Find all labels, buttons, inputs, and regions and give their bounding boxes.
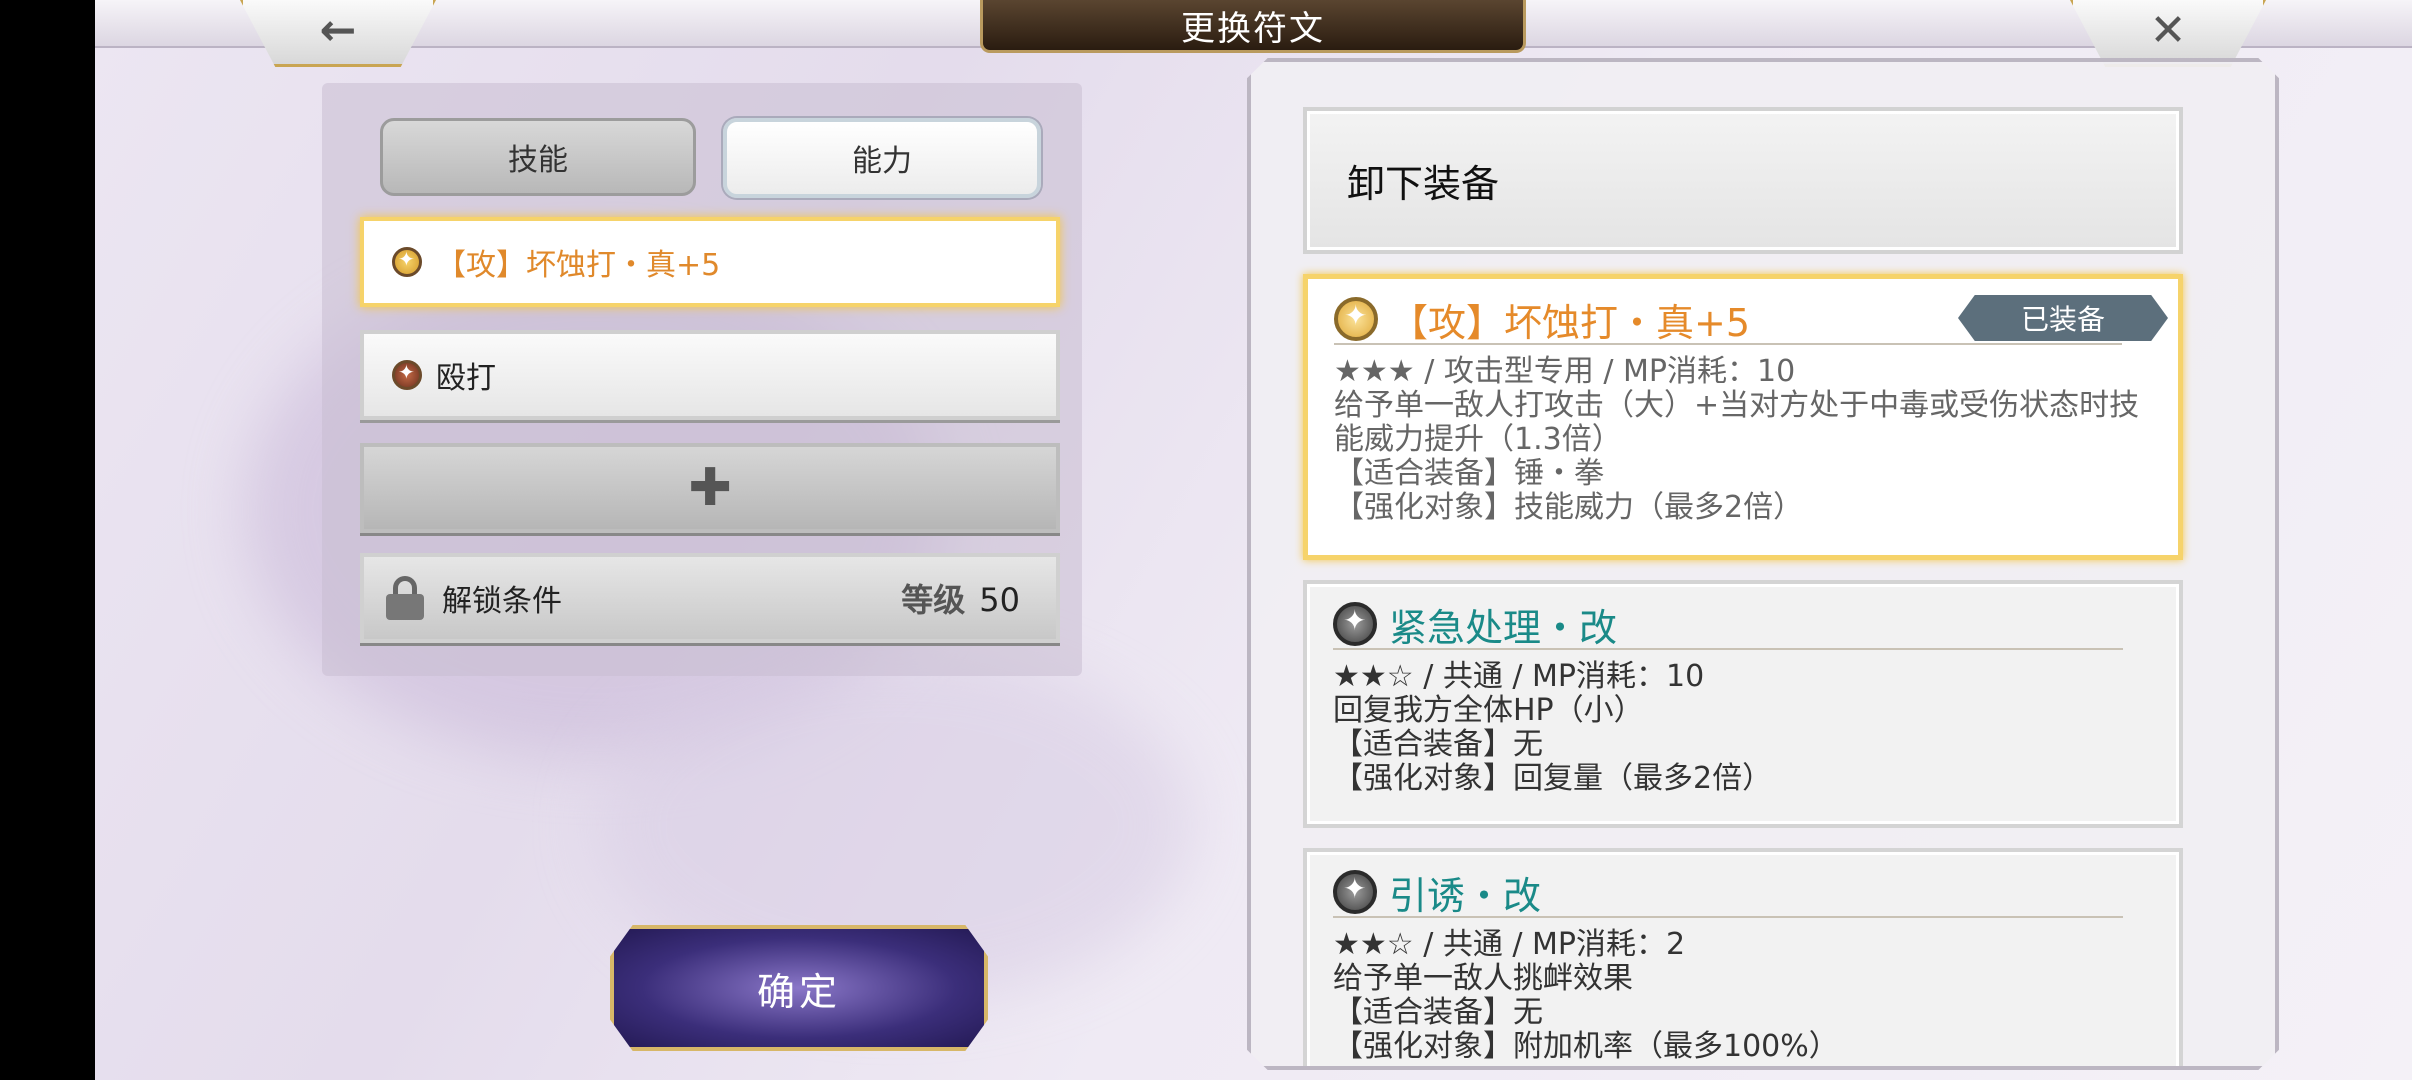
rune-equip-type: 【适合装备】无 xyxy=(1333,995,1543,1030)
equipped-badge: 已装备 xyxy=(1958,295,2168,341)
rune-name: 【攻】坏蚀打・真+5 xyxy=(1390,300,1751,345)
brown-rune-icon xyxy=(392,360,422,390)
level-value: 50 xyxy=(979,581,1020,619)
rune-description: 回复我方全体HP（小） xyxy=(1333,693,1644,728)
plus-icon: ✚ xyxy=(688,458,732,518)
rune-name: 引诱・改 xyxy=(1389,873,1542,918)
rune-enhance-target: 【强化对象】技能威力（最多2倍） xyxy=(1334,490,1804,525)
confirm-button[interactable]: 确定 xyxy=(610,925,988,1051)
card-header: 引诱・改 xyxy=(1333,868,2123,918)
rune-enhance-target: 【强化对象】回复量（最多2倍） xyxy=(1333,761,1773,796)
confirm-label: 确定 xyxy=(756,969,841,1014)
gray-rune-icon xyxy=(1333,870,1377,914)
tab-label: 能力 xyxy=(852,144,912,179)
back-button[interactable]: ← xyxy=(240,0,436,67)
rune-slot[interactable]: 殴打 xyxy=(360,330,1060,420)
rune-name: 紧急处理・改 xyxy=(1389,605,1618,650)
rune-card[interactable]: 紧急处理・改 ★★☆ / 共通 / MP消耗：10 回复我方全体HP（小） 【适… xyxy=(1303,580,2183,828)
rune-card-equipped[interactable]: 【攻】坏蚀打・真+5 已装备 ★★★ / 攻击型专用 / MP消耗：10 给予单… xyxy=(1303,274,2183,560)
gold-rune-icon xyxy=(392,247,422,277)
card-header: 紧急处理・改 xyxy=(1333,600,2123,650)
rune-meta: ★★☆ / 共通 / MP消耗：2 xyxy=(1333,927,1686,962)
gray-rune-icon xyxy=(1333,602,1377,646)
slot-label: 殴打 xyxy=(436,361,496,396)
close-button[interactable]: ✕ xyxy=(2070,0,2266,67)
rune-card[interactable]: 引诱・改 ★★☆ / 共通 / MP消耗：2 给予单一敌人挑衅效果 【适合装备】… xyxy=(1303,848,2183,1066)
tab-label: 技能 xyxy=(508,143,568,178)
unequip-label: 卸下装备 xyxy=(1347,162,1500,206)
level-requirement: 等级 50 xyxy=(901,575,1020,621)
rune-meta: ★★★ / 攻击型专用 / MP消耗：10 xyxy=(1334,354,1796,389)
rune-description: 给予单一敌人打攻击（大）+当对方处于中毒或受伤状态时技能威力提升（1.3倍） xyxy=(1334,388,2140,457)
lock-icon xyxy=(386,576,424,620)
unlock-condition-label: 解锁条件 xyxy=(442,584,562,619)
back-arrow-icon: ← xyxy=(319,4,357,56)
gold-rune-icon xyxy=(1334,297,1378,341)
game-screen: ← 更换符文 ✕ 技能 能力 【攻】坏蚀打・真+5 殴打 ✚ 解锁条件 等级 50… xyxy=(95,0,2412,1080)
slot-label: 【攻】坏蚀打・真+5 xyxy=(436,248,721,283)
rune-description: 给予单一敌人挑衅效果 xyxy=(1333,961,1633,996)
title-plate: 更换符文 xyxy=(980,0,1526,53)
locked-rune-slot: 解锁条件 等级 50 xyxy=(360,553,1060,643)
tab-ability[interactable]: 能力 xyxy=(723,118,1041,198)
level-label: 等级 xyxy=(901,581,966,619)
rune-meta: ★★☆ / 共通 / MP消耗：10 xyxy=(1333,659,1705,694)
add-rune-slot-button[interactable]: ✚ xyxy=(360,443,1060,533)
tab-skill[interactable]: 技能 xyxy=(380,118,696,196)
unequip-button[interactable]: 卸下装备 xyxy=(1303,107,2183,254)
rune-equip-type: 【适合装备】无 xyxy=(1333,727,1543,762)
rune-enhance-target: 【强化对象】附加机率（最多100%） xyxy=(1333,1029,1839,1064)
rune-equip-type: 【适合装备】锤・拳 xyxy=(1334,456,1604,491)
close-icon: ✕ xyxy=(2149,4,2187,56)
rune-list-panel[interactable]: 卸下装备 【攻】坏蚀打・真+5 已装备 ★★★ / 攻击型专用 / MP消耗：1… xyxy=(1247,58,2279,1070)
page-title: 更换符文 xyxy=(1181,8,1325,49)
rune-slot-selected[interactable]: 【攻】坏蚀打・真+5 xyxy=(360,217,1060,307)
